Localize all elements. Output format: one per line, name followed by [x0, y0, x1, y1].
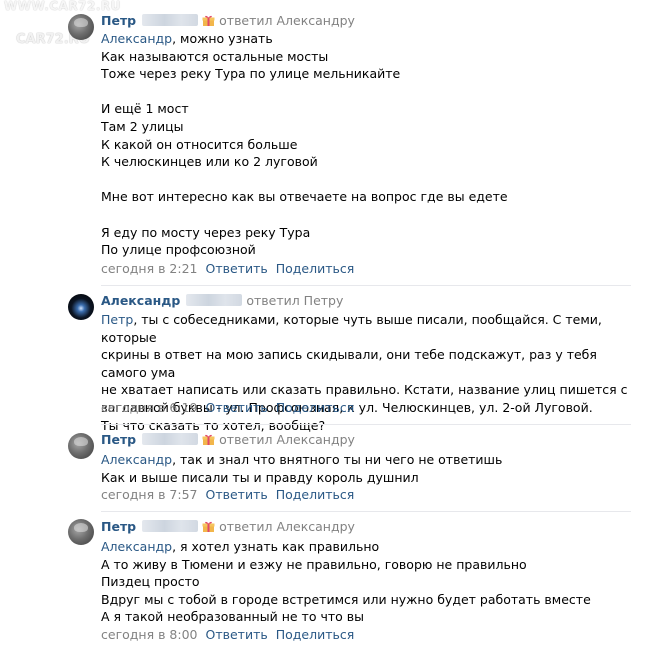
blurred-surname [186, 294, 243, 306]
comment-text: Александр, можно узнать Как называются о… [101, 30, 632, 259]
comment-line: К какой он относится больше [101, 136, 298, 152]
blurred-surname [142, 433, 199, 445]
line-text: , можно узнать [172, 31, 273, 46]
watermark-top: WWW.CAR72.RU [4, 0, 121, 13]
comment-line: Там 2 улицы [101, 118, 184, 134]
line-text: , я хотел узнать как правильно [172, 539, 380, 554]
blurred-surname [142, 14, 199, 26]
comment-line: Петр, ты с собеседниками, которые чуть в… [101, 311, 632, 346]
comment-meta: сегодня в 6:19 Ответить Поделиться [101, 400, 354, 416]
comment-line [101, 171, 632, 189]
comment-time[interactable]: сегодня в 6:19 [101, 400, 198, 415]
comment-line: скрины в ответ на мою запись скидывали, … [101, 347, 597, 380]
comment-line: Мне вот интересно как вы отвечаете на во… [101, 189, 508, 205]
comment-line: Александр, я хотел узнать как правильно [101, 538, 632, 556]
line-text: , ты с собеседниками, которые чуть выше … [101, 312, 602, 345]
replied-to[interactable]: ответил Александру [219, 432, 355, 447]
comment-line: Вдруг мы с тобой в городе встретимся или… [101, 591, 591, 607]
comment-header: Петр ответил Александру [101, 432, 355, 448]
mention-link[interactable]: Александр [101, 452, 172, 467]
gift-icon [202, 434, 215, 445]
divider [101, 511, 631, 512]
reply-button[interactable]: Ответить [206, 627, 268, 642]
mention-link[interactable]: Александр [101, 31, 172, 46]
reply-button[interactable]: Ответить [206, 400, 268, 415]
gift-icon [202, 521, 215, 532]
avatar[interactable] [68, 294, 94, 320]
replied-to[interactable]: ответил Петру [246, 293, 343, 308]
author-name[interactable]: Александр [101, 293, 180, 308]
comment-line: Тоже через реку Тура по улице мельникайт… [101, 66, 401, 82]
comment-line: А я такой необразованный не то что вы [101, 609, 364, 625]
divider [101, 424, 631, 425]
comment-line: Александр, можно узнать [101, 30, 632, 48]
comment-meta: сегодня в 2:21 Ответить Поделиться [101, 261, 354, 277]
mention-link[interactable]: Александр [101, 539, 172, 554]
comment-line: К челюскинцев или ко 2 луговой [101, 154, 318, 170]
comment-time[interactable]: сегодня в 8:00 [101, 627, 198, 642]
divider [101, 285, 631, 286]
comment-line: Как и выше писали ты и правду король душ… [101, 469, 419, 485]
avatar[interactable] [68, 14, 94, 40]
comment-line: Пиздец просто [101, 574, 200, 590]
blurred-surname [142, 520, 199, 532]
comment-line: А то живу в Тюмени и езжу не правильно, … [101, 556, 527, 572]
comment-time[interactable]: сегодня в 2:21 [101, 261, 198, 276]
replied-to[interactable]: ответил Александру [219, 519, 355, 534]
comment-line [101, 206, 632, 224]
avatar[interactable] [68, 433, 94, 459]
author-name[interactable]: Петр [101, 13, 136, 28]
author-name[interactable]: Петр [101, 432, 136, 447]
comment-meta: сегодня в 8:00 Ответить Поделиться [101, 627, 354, 643]
author-name[interactable]: Петр [101, 519, 136, 534]
comment-line [101, 83, 632, 101]
comment-header: Петр ответил Александру [101, 519, 355, 535]
line-text: , так и знал что внятного ты ни чего не … [172, 452, 503, 467]
comment-header: Александр ответил Петру [101, 293, 343, 309]
comment-text: Александр, я хотел узнать как правильно … [101, 538, 632, 626]
replied-to[interactable]: ответил Александру [219, 13, 355, 28]
share-button[interactable]: Поделиться [276, 400, 355, 415]
comment-time[interactable]: сегодня в 7:57 [101, 487, 198, 502]
share-button[interactable]: Поделиться [276, 261, 355, 276]
comment-header: Петр ответил Александру [101, 13, 355, 29]
comment-line: не хватает написать или сказать правильн… [101, 382, 628, 398]
comment-line: По улице профсоюзной [101, 242, 256, 258]
comment-line: Александр, так и знал что внятного ты ни… [101, 451, 632, 469]
mention-link[interactable]: Петр [101, 312, 133, 327]
comment-text: Александр, так и знал что внятного ты ни… [101, 451, 632, 486]
comment-line: Я еду по мосту через реку Тура [101, 224, 311, 240]
share-button[interactable]: Поделиться [276, 487, 355, 502]
avatar[interactable] [68, 519, 94, 545]
share-button[interactable]: Поделиться [276, 627, 355, 642]
gift-icon [202, 15, 215, 26]
comment-meta: сегодня в 7:57 Ответить Поделиться [101, 487, 354, 503]
reply-button[interactable]: Ответить [206, 487, 268, 502]
reply-button[interactable]: Ответить [206, 261, 268, 276]
comment-line: Как называются остальные мосты [101, 48, 329, 64]
comment-line: И ещё 1 мост [101, 101, 189, 117]
